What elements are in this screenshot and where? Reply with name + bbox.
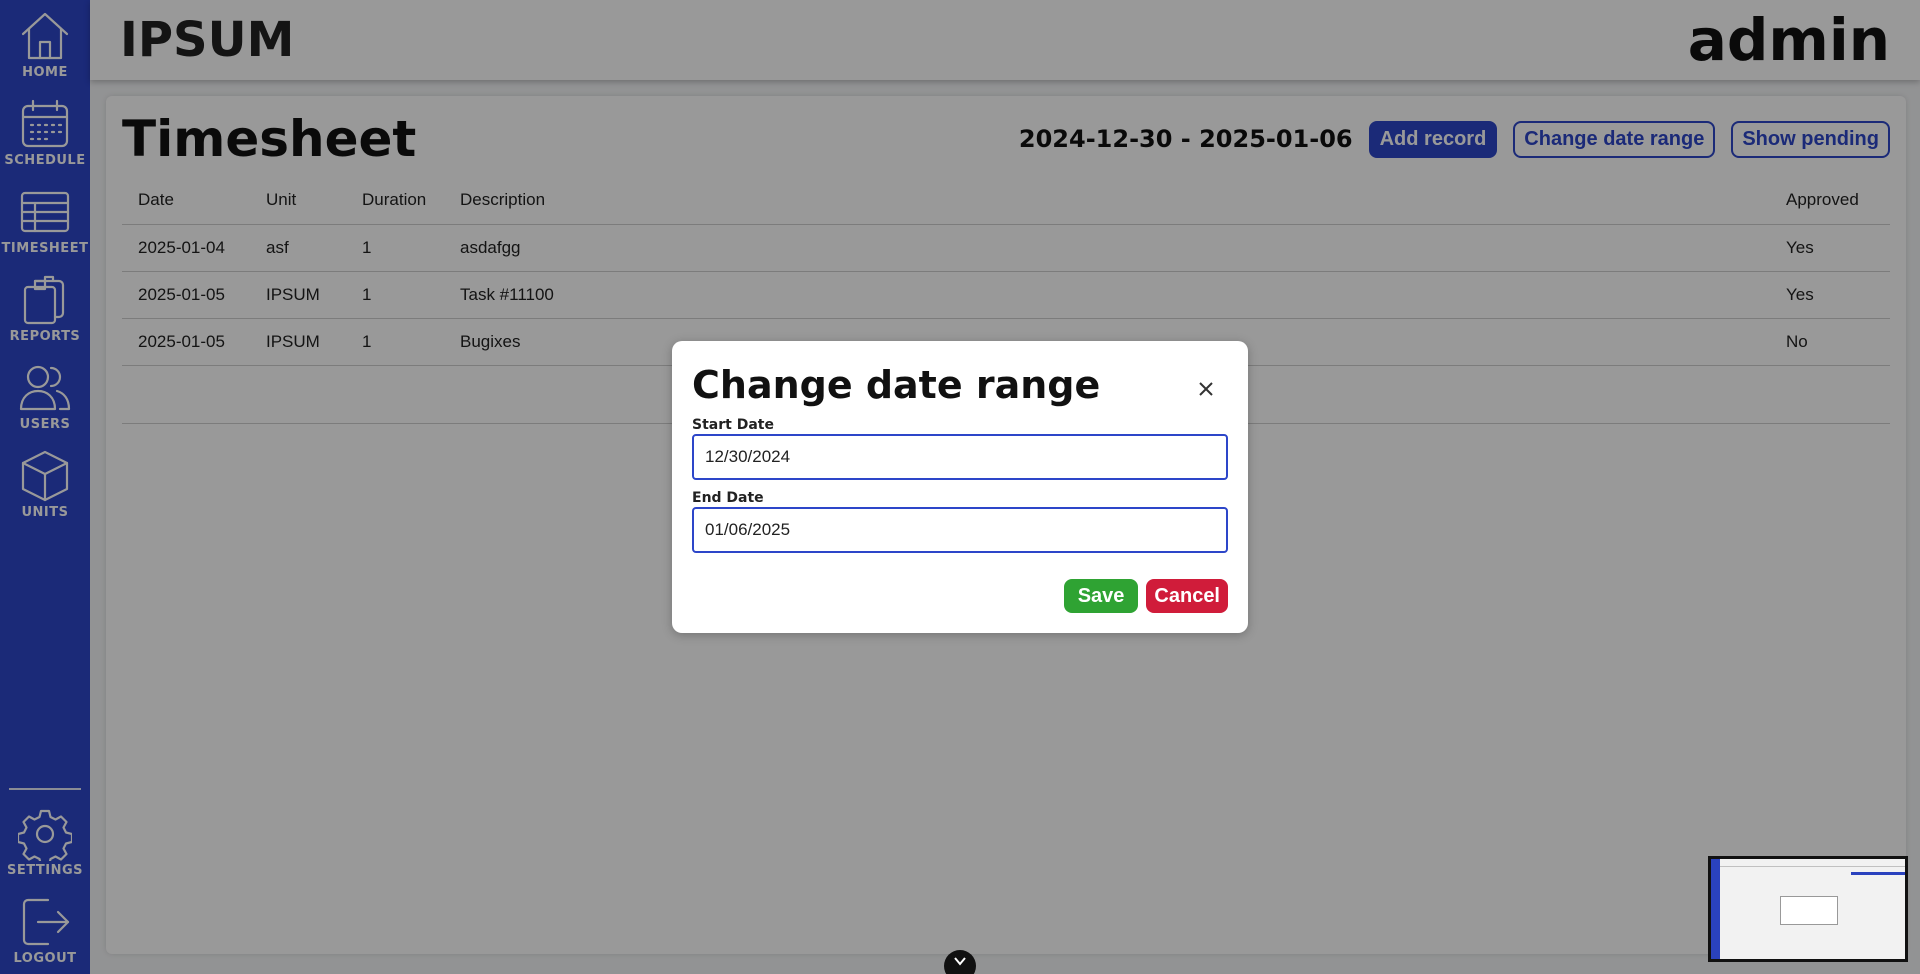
- save-button[interactable]: Save: [1063, 579, 1139, 613]
- screen-minimap[interactable]: [1708, 856, 1908, 962]
- end-date-label: End Date: [692, 490, 764, 506]
- dialog-title: Change date range: [692, 363, 1101, 407]
- end-date-field[interactable]: [692, 507, 1228, 553]
- dialog-actions: Save Cancel: [1063, 579, 1228, 613]
- change-date-range-dialog: Change date range Start Date End Date Sa…: [672, 341, 1248, 633]
- start-date-field[interactable]: [692, 434, 1228, 480]
- chevron-down-icon: [954, 957, 966, 966]
- close-button[interactable]: [1194, 377, 1218, 401]
- bottom-toggle-button[interactable]: [944, 950, 976, 974]
- start-date-label: Start Date: [692, 417, 774, 433]
- cancel-button[interactable]: Cancel: [1146, 579, 1228, 613]
- close-icon: [1199, 382, 1213, 396]
